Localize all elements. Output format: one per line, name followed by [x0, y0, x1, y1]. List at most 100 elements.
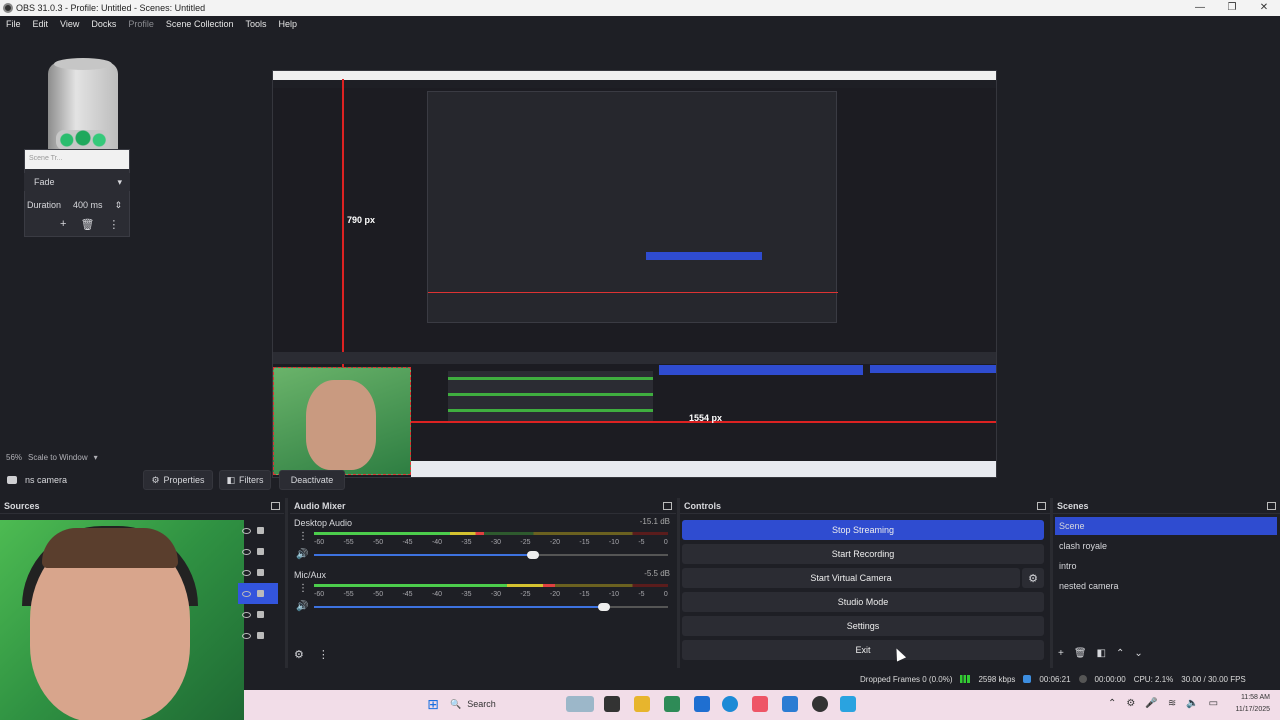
- preview-area[interactable]: Scene Tr... Fade ▾ Duration 400 ms ⇕ + 🗑…: [0, 32, 1280, 478]
- source-row[interactable]: [238, 520, 278, 541]
- source-row-selected[interactable]: [238, 583, 278, 604]
- source-row[interactable]: [238, 562, 278, 583]
- taskbar-search[interactable]: 🔍 Search: [450, 695, 496, 713]
- live-icon: [1023, 675, 1032, 683]
- clock[interactable]: 11:58 AM 11/17/2025: [1235, 692, 1270, 716]
- scene-item-intro[interactable]: intro: [1055, 557, 1277, 575]
- battery-icon[interactable]: ▭: [1209, 698, 1218, 709]
- settings-button[interactable]: Settings: [682, 616, 1044, 636]
- lock-icon[interactable]: [257, 548, 264, 555]
- eye-icon[interactable]: [242, 590, 251, 597]
- app-icon[interactable]: [752, 696, 768, 712]
- trash-icon[interactable]: 🗑: [1074, 648, 1087, 659]
- menu-help[interactable]: Help: [272, 19, 303, 29]
- properties-button[interactable]: ⚙ Properties: [143, 470, 213, 490]
- task-view-icon[interactable]: [604, 696, 620, 712]
- clock-time: 11:58 AM: [1240, 694, 1270, 701]
- eye-icon[interactable]: [242, 632, 251, 639]
- add-icon[interactable]: +: [60, 218, 66, 231]
- source-row[interactable]: [238, 625, 278, 646]
- obs-icon[interactable]: [812, 696, 828, 712]
- widgets-icon[interactable]: [566, 696, 594, 712]
- menu-file[interactable]: File: [0, 19, 27, 29]
- dropped-frames: Dropped Frames 0 (0.0%): [860, 674, 953, 684]
- meter-ticks: -60 -55 -50 -45 -40 -35 -30 -25 -20 -15 -10 -5 0: [314, 539, 668, 546]
- trash-icon[interactable]: 🗑: [80, 218, 94, 231]
- menu-scene-collection[interactable]: Scene Collection: [160, 19, 240, 29]
- menu-docks[interactable]: Docks: [85, 19, 122, 29]
- source-row[interactable]: [238, 604, 278, 625]
- move-down-icon[interactable]: ⌄: [1134, 648, 1142, 659]
- start-recording-button[interactable]: Start Recording: [682, 544, 1044, 564]
- lock-icon[interactable]: [257, 569, 264, 576]
- mic-icon[interactable]: 🎤: [1145, 698, 1157, 709]
- nested-camera-image: [273, 367, 411, 475]
- close-button[interactable]: ✕: [1248, 0, 1280, 16]
- maximize-button[interactable]: ❐: [1216, 0, 1248, 16]
- meter-tick-label: -45: [402, 591, 413, 598]
- virtual-camera-settings-button[interactable]: ⚙: [1022, 568, 1044, 588]
- store-icon[interactable]: [694, 696, 710, 712]
- meter-tick-label: -25: [520, 591, 531, 598]
- exit-button[interactable]: Exit: [682, 640, 1044, 660]
- speaker-icon[interactable]: 🔊: [296, 549, 308, 560]
- minimize-button[interactable]: —: [1184, 0, 1216, 16]
- eye-icon[interactable]: [242, 527, 251, 534]
- lock-icon[interactable]: [257, 527, 264, 534]
- meter-tick-label: -15: [579, 591, 590, 598]
- volume-icon[interactable]: 🔈: [1186, 698, 1198, 709]
- gear-icon: ⚙: [1028, 572, 1038, 585]
- search-icon: 🔍: [450, 698, 462, 709]
- popout-icon[interactable]: [271, 501, 280, 510]
- more-icon[interactable]: ⋮: [298, 583, 308, 594]
- source-row[interactable]: [238, 541, 278, 562]
- move-up-icon[interactable]: ⌃: [1116, 648, 1124, 659]
- stop-streaming-button[interactable]: Stop Streaming: [682, 520, 1044, 540]
- scene-item-clash-royale[interactable]: clash royale: [1055, 537, 1277, 555]
- advanced-audio-icon[interactable]: ⚙: [294, 648, 304, 661]
- menu-edit[interactable]: Edit: [27, 19, 55, 29]
- file-explorer-icon[interactable]: [634, 696, 650, 712]
- volume-slider-desktop[interactable]: [314, 551, 668, 559]
- meter-ticks: -60 -55 -50 -45 -40 -35 -30 -25 -20 -15 -10 -5 0: [314, 591, 668, 598]
- filters-button[interactable]: ◧ Filters: [219, 470, 271, 490]
- chevron-up-icon[interactable]: ⌃: [1108, 698, 1116, 709]
- eye-icon[interactable]: [242, 569, 251, 576]
- vscode-icon[interactable]: [782, 696, 798, 712]
- volume-slider-mic[interactable]: [314, 603, 668, 611]
- more-icon[interactable]: ⋮: [318, 648, 329, 661]
- menu-profile[interactable]: Profile: [122, 19, 160, 29]
- transition-select[interactable]: Fade ▾: [24, 173, 130, 191]
- eye-icon[interactable]: [242, 548, 251, 555]
- start-virtual-camera-button[interactable]: Start Virtual Camera: [682, 568, 1020, 588]
- scene-item-scene[interactable]: Scene: [1055, 517, 1277, 535]
- edge-icon[interactable]: [722, 696, 738, 712]
- lock-icon[interactable]: [257, 632, 264, 639]
- add-scene-icon[interactable]: +: [1058, 648, 1064, 659]
- menu-view[interactable]: View: [54, 19, 85, 29]
- wifi-icon[interactable]: ≋: [1168, 698, 1176, 709]
- eye-icon[interactable]: [242, 611, 251, 618]
- menu-tools[interactable]: Tools: [239, 19, 272, 29]
- app-icon[interactable]: [840, 696, 856, 712]
- scene-item-nested-camera[interactable]: nested camera: [1055, 577, 1277, 595]
- studio-mode-button[interactable]: Studio Mode: [682, 592, 1044, 612]
- more-icon[interactable]: ⋮: [298, 531, 308, 542]
- network-icon[interactable]: ⚙: [1126, 698, 1135, 709]
- title-bar: OBS 31.0.3 - Profile: Untitled - Scenes:…: [0, 0, 1280, 16]
- more-icon[interactable]: ⋮: [108, 218, 119, 231]
- duration-input[interactable]: 400 ms: [67, 198, 109, 212]
- popout-icon[interactable]: [663, 501, 672, 510]
- deactivate-button[interactable]: Deactivate: [279, 470, 345, 490]
- stepper-icon[interactable]: ⇕: [115, 200, 123, 211]
- app-icon[interactable]: [664, 696, 680, 712]
- popout-icon[interactable]: [1037, 501, 1046, 510]
- windows-start-icon[interactable]: ⊞: [425, 696, 441, 712]
- lock-icon[interactable]: [257, 611, 264, 618]
- gear-icon: ⚙: [151, 474, 160, 485]
- filter-icon[interactable]: ◧: [1097, 648, 1106, 659]
- lock-icon[interactable]: [257, 590, 264, 597]
- popout-icon[interactable]: [1267, 501, 1276, 510]
- speaker-icon[interactable]: 🔊: [296, 601, 308, 612]
- scale-control[interactable]: 56% Scale to Window ▾: [6, 453, 98, 462]
